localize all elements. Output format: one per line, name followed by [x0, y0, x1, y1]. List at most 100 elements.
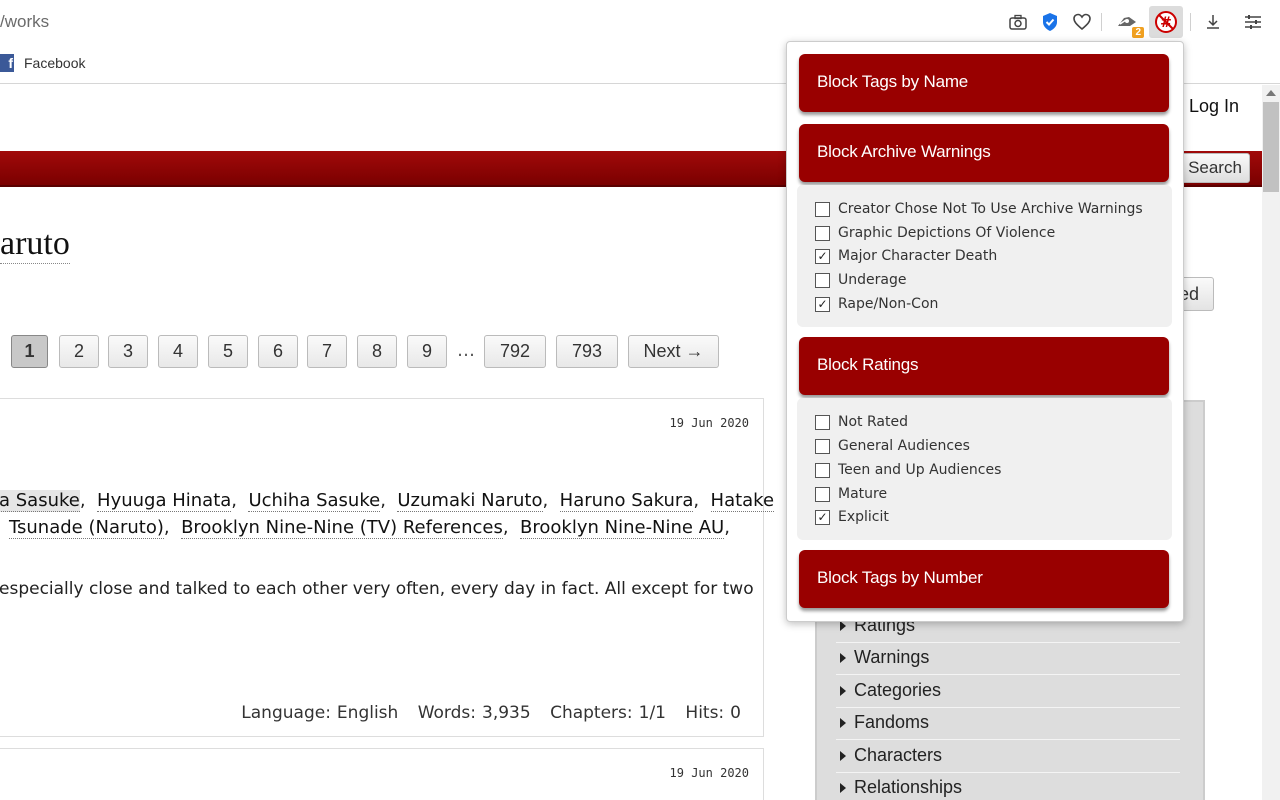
warning-option[interactable]: Underage [815, 272, 906, 288]
stat-language: English [336, 703, 399, 723]
filter-categories[interactable]: Categories [836, 676, 1180, 708]
work-blurb: 19 Jun 2020 a Sasuke, Hyuuga Hinata, Uch… [0, 398, 775, 737]
option-label: Underage [838, 272, 907, 288]
stat-label: Chapters: [550, 703, 633, 723]
rating-option[interactable]: General Audiences [815, 438, 970, 454]
work-summary: especially close and talked to each othe… [0, 579, 754, 599]
pagination-page[interactable]: 3 [108, 335, 148, 368]
option-label: Major Character Death [838, 248, 998, 264]
work-date: 19 Jun 2020 [669, 766, 749, 780]
camera-icon[interactable] [1005, 10, 1031, 34]
checkbox[interactable] [815, 486, 830, 502]
ratings-panel: Not Rated General Audiences Teen and Up … [797, 398, 1172, 540]
extension-badge: 2 [1132, 27, 1144, 38]
pagination-page[interactable]: 2 [59, 335, 99, 368]
tag-link[interactable]: Hyuuga Hinata [97, 490, 232, 512]
rating-option[interactable]: Teen and Up Audiences [815, 462, 1001, 478]
filter-characters[interactable]: Characters [836, 741, 1180, 773]
block-archive-warnings-button[interactable]: Block Archive Warnings [799, 124, 1169, 182]
pagination-page[interactable]: 793 [556, 335, 618, 368]
toolbar-separator [1101, 13, 1102, 31]
tag-blocker-extension-icon[interactable]: # [1149, 6, 1183, 38]
option-label: General Audiences [838, 438, 970, 454]
stat-chapters[interactable]: 1/1 [639, 703, 666, 723]
checkbox[interactable]: ✓ [815, 296, 830, 312]
option-label: Not Rated [838, 414, 908, 430]
tag-link[interactable]: Uchiha Sasuke [248, 490, 381, 512]
warning-option[interactable]: ✓ Rape/Non-Con [815, 296, 938, 312]
stat-words: 3,935 [482, 703, 531, 723]
tag-link[interactable]: Haruno Sakura [559, 490, 694, 512]
option-label: Graphic Depictions Of Violence [838, 225, 1056, 241]
tag-list-line: Tsunade (Naruto), Brooklyn Nine-Nine (TV… [9, 517, 730, 539]
tag-link[interactable]: Brooklyn Nine-Nine (TV) References [181, 517, 503, 539]
tag-link[interactable]: Hatake [710, 490, 775, 512]
filter-relationships[interactable]: Relationships [836, 773, 1180, 800]
pagination-page[interactable]: 792 [484, 335, 546, 368]
pagination-page[interactable]: 8 [357, 335, 397, 368]
facebook-icon: f [0, 54, 14, 72]
download-icon[interactable] [1200, 10, 1226, 34]
option-label: Explicit [838, 509, 889, 525]
scroll-up-arrow-icon[interactable] [1266, 90, 1276, 96]
shield-check-icon[interactable] [1037, 10, 1063, 34]
checkbox[interactable] [815, 225, 830, 241]
option-label: Rape/Non-Con [838, 296, 939, 312]
rating-option[interactable]: Not Rated [815, 414, 908, 430]
checkbox[interactable] [815, 414, 830, 430]
bookmark-label: Facebook [24, 55, 86, 71]
browser-toolbar: /works 2 # [0, 0, 1280, 44]
tag-link[interactable]: Tsunade (Naruto) [9, 517, 164, 539]
warnings-panel: Creator Chose Not To Use Archive Warning… [797, 185, 1172, 327]
work-blurb: 19 Jun 2020 [0, 748, 764, 800]
pagination-ellipsis: … [457, 340, 475, 361]
option-label: Teen and Up Audiences [838, 462, 1002, 478]
search-button[interactable]: Search [1180, 153, 1250, 183]
checkbox[interactable] [815, 272, 830, 288]
warning-option[interactable]: Graphic Depictions Of Violence [815, 225, 1055, 241]
pagination-next-button[interactable]: Next → [628, 335, 719, 368]
stat-label: Words: [417, 703, 476, 723]
checkbox[interactable] [815, 462, 830, 478]
page-title[interactable]: aruto [0, 225, 70, 264]
extension-raccoon-icon[interactable]: 2 [1114, 10, 1144, 38]
block-tags-by-number-button[interactable]: Block Tags by Number [799, 550, 1169, 608]
pagination-page[interactable]: 9 [407, 335, 447, 368]
filter-fandoms[interactable]: Fandoms [836, 708, 1180, 740]
stat-hits: 0 [730, 703, 741, 723]
tag-blocker-popup: Block Tags by Name Block Archive Warning… [786, 41, 1184, 622]
scrollbar-thumb[interactable] [1263, 102, 1279, 192]
tag-list-line: a Sasuke, Hyuuga Hinata, Uchiha Sasuke, … [0, 490, 775, 512]
tag-link[interactable]: a Sasuke [0, 490, 80, 512]
checkbox[interactable]: ✓ [815, 509, 830, 525]
pagination-page[interactable]: 7 [307, 335, 347, 368]
rating-option[interactable]: Mature [815, 486, 887, 502]
pagination-page[interactable]: 5 [208, 335, 248, 368]
pagination-page[interactable]: 4 [158, 335, 198, 368]
rating-option[interactable]: ✓ Explicit [815, 509, 889, 525]
checkbox[interactable] [815, 438, 830, 454]
option-label: Creator Chose Not To Use Archive Warning… [838, 201, 1143, 217]
toolbar-separator [1190, 13, 1191, 31]
login-link[interactable]: Log In [1189, 96, 1239, 117]
pagination-current-page: 1 [11, 335, 48, 368]
block-tags-by-name-button[interactable]: Block Tags by Name [799, 54, 1169, 112]
address-bar-text[interactable]: /works [0, 12, 49, 32]
filter-warnings[interactable]: Warnings [836, 643, 1180, 675]
stat-label: Language: [241, 703, 331, 723]
warning-option[interactable]: Creator Chose Not To Use Archive Warning… [815, 201, 1143, 217]
work-stats: Language: English Words: 3,935 Chapters: 1/… [227, 703, 741, 723]
page-scrollbar[interactable] [1262, 85, 1280, 800]
checkbox[interactable]: ✓ [815, 248, 830, 264]
option-label: Mature [838, 486, 888, 502]
heart-icon[interactable] [1069, 10, 1095, 34]
bookmark-facebook[interactable]: f Facebook [0, 54, 85, 72]
pagination-page[interactable]: 6 [258, 335, 298, 368]
tag-link[interactable]: Brooklyn Nine-Nine AU [520, 517, 725, 539]
tag-link[interactable]: Uzumaki Naruto [397, 490, 543, 512]
work-date: 19 Jun 2020 [669, 416, 749, 430]
checkbox[interactable] [815, 201, 830, 217]
block-ratings-button[interactable]: Block Ratings [799, 337, 1169, 395]
warning-option[interactable]: ✓ Major Character Death [815, 248, 997, 264]
settings-sliders-icon[interactable] [1240, 10, 1266, 34]
